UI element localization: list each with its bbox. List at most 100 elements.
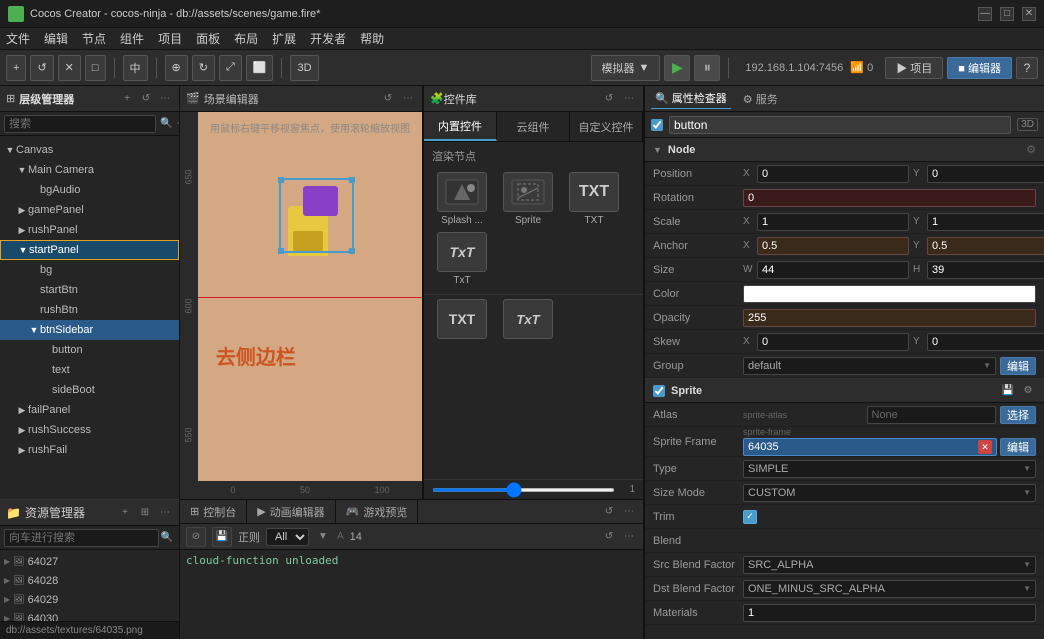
- atlas-select-btn[interactable]: 选择: [1000, 406, 1036, 424]
- play-btn[interactable]: ▶: [664, 55, 690, 81]
- bottom-more-btn[interactable]: ⋯: [621, 504, 637, 520]
- asset-64028[interactable]: ▶ 🖼 64028: [0, 571, 179, 590]
- stop-btn[interactable]: ✕: [58, 55, 81, 81]
- console-clear-btn[interactable]: ⊘: [186, 527, 206, 547]
- menu-component[interactable]: 组件: [120, 30, 144, 47]
- assets-filter-btn[interactable]: ⊞: [137, 505, 153, 521]
- close-btn[interactable]: ✕: [1022, 7, 1036, 21]
- tree-bg[interactable]: bg: [0, 260, 179, 280]
- widget-refresh-btn[interactable]: ↺: [601, 91, 617, 107]
- hierarchy-more-btn[interactable]: ⋯: [157, 91, 173, 107]
- rect-btn[interactable]: □: [85, 55, 106, 81]
- console-save-btn[interactable]: 💾: [212, 527, 232, 547]
- console-more-btn2[interactable]: ⋯: [621, 529, 637, 545]
- hierarchy-search-input[interactable]: [4, 115, 156, 133]
- handle-tr[interactable]: [349, 177, 355, 183]
- assets-search-btn[interactable]: 🔍: [159, 530, 175, 546]
- tree-button[interactable]: button: [0, 340, 179, 360]
- scene-refresh-btn[interactable]: ↺: [380, 91, 396, 107]
- menu-edit[interactable]: 编辑: [44, 30, 68, 47]
- type-select[interactable]: SIMPLE ▼: [743, 460, 1036, 478]
- widget-sprite[interactable]: Sprite: [498, 172, 558, 226]
- scale-y-input[interactable]: [927, 213, 1044, 231]
- anchor-y-input[interactable]: [927, 237, 1044, 255]
- tree-bgaudio[interactable]: bgAudio: [0, 180, 179, 200]
- project-btn[interactable]: ▶ 项目: [885, 57, 943, 79]
- menu-help[interactable]: 帮助: [360, 30, 384, 47]
- tree-text[interactable]: text: [0, 360, 179, 380]
- tree-btnsidebar[interactable]: ▼ btnSidebar: [0, 320, 179, 340]
- tree-startbtn[interactable]: startBtn: [0, 280, 179, 300]
- tab-builtin[interactable]: 内置控件: [424, 112, 497, 141]
- lang-btn[interactable]: 中: [123, 55, 148, 81]
- maximize-btn[interactable]: □: [1000, 7, 1014, 21]
- tree-sideboot[interactable]: sideBoot: [0, 380, 179, 400]
- position-y-input[interactable]: [927, 165, 1044, 183]
- component-name-input[interactable]: [669, 116, 1011, 134]
- group-select[interactable]: default ▼: [743, 357, 996, 375]
- transform-btn[interactable]: ⊕: [165, 55, 188, 81]
- component-checkbox[interactable]: [651, 119, 663, 131]
- tab-console[interactable]: ⊞ 控制台: [180, 500, 247, 524]
- pause-btn[interactable]: ⏸: [694, 55, 720, 81]
- menu-file[interactable]: 文件: [6, 30, 30, 47]
- sprite-section-header[interactable]: Sprite 💾 ⚙: [645, 379, 1044, 403]
- tree-failpanel[interactable]: ▶ failPanel: [0, 400, 179, 420]
- tab-cloud[interactable]: 云组件: [497, 112, 570, 141]
- tree-rushpanel[interactable]: ▶ rushPanel: [0, 220, 179, 240]
- console-refresh-btn[interactable]: ↺: [601, 529, 617, 545]
- rotate-btn[interactable]: ↻: [192, 55, 215, 81]
- sprite-checkbox[interactable]: [653, 385, 665, 397]
- hierarchy-search-icon[interactable]: 🔍: [160, 116, 172, 132]
- hierarchy-add-btn[interactable]: +: [119, 91, 135, 107]
- tree-rushbtn[interactable]: rushBtn: [0, 300, 179, 320]
- size-mode-select[interactable]: CUSTOM ▼: [743, 484, 1036, 502]
- assets-search-input[interactable]: [4, 529, 159, 547]
- props-tab-inspector[interactable]: 🔍 属性检查器: [651, 88, 731, 109]
- trim-checkbox[interactable]: ✓: [743, 510, 757, 524]
- menu-project[interactable]: 项目: [158, 30, 182, 47]
- scale-x-input[interactable]: [757, 213, 909, 231]
- level-filter-select[interactable]: All: [266, 528, 309, 546]
- minimize-btn[interactable]: —: [978, 7, 992, 21]
- assets-more-btn[interactable]: ⋯: [157, 505, 173, 521]
- widget-more-btn[interactable]: ⋯: [621, 91, 637, 107]
- scene-more-btn[interactable]: ⋯: [400, 91, 416, 107]
- asset-64027[interactable]: ▶ 🖼 64027: [0, 552, 179, 571]
- sprite-frame-clear-btn[interactable]: ✕: [978, 440, 992, 454]
- handle-bl[interactable]: [278, 248, 284, 254]
- size-w-input[interactable]: [757, 261, 909, 279]
- asset-64030[interactable]: ▶ 🖼 64030: [0, 609, 179, 621]
- asset-64029[interactable]: ▶ 🖼 64029: [0, 590, 179, 609]
- widget-itxt2[interactable]: TxT: [498, 299, 558, 339]
- rect-tool-btn[interactable]: ⬜: [246, 55, 274, 81]
- node-section-header[interactable]: ▼ Node ⚙: [645, 138, 1044, 162]
- menu-panel[interactable]: 面板: [196, 30, 220, 47]
- undo-btn[interactable]: ↺: [30, 55, 53, 81]
- rotation-input[interactable]: [743, 189, 1036, 207]
- scale-btn[interactable]: ⤢: [219, 55, 242, 81]
- scene-viewport[interactable]: 去侧边栏: [198, 112, 422, 481]
- add-btn[interactable]: +: [6, 55, 26, 81]
- sprite-frame-field[interactable]: 64035 ✕: [743, 438, 997, 456]
- src-blend-select[interactable]: SRC_ALPHA ▼: [743, 556, 1036, 574]
- skew-y-input[interactable]: [927, 333, 1044, 351]
- editor-btn[interactable]: ■ 编辑器: [947, 57, 1012, 79]
- widget-splash[interactable]: Splash ...: [432, 172, 492, 226]
- size-h-input[interactable]: [927, 261, 1044, 279]
- simulate-btn[interactable]: 模拟器 ▼: [591, 55, 661, 81]
- tree-gamepanel[interactable]: ▶ gamePanel: [0, 200, 179, 220]
- assets-add-btn[interactable]: +: [117, 505, 133, 521]
- handle-tl[interactable]: [278, 177, 284, 183]
- skew-x-input[interactable]: [757, 333, 909, 351]
- sprite-save-btn[interactable]: 💾: [1000, 383, 1016, 399]
- opacity-input[interactable]: [743, 309, 1036, 327]
- tree-rushsuccess[interactable]: ▶ rushSuccess: [0, 420, 179, 440]
- props-tab-service[interactable]: ⚙ 服务: [739, 89, 782, 109]
- sprite-frame-edit-btn[interactable]: 编辑: [1000, 438, 1036, 456]
- group-edit-btn[interactable]: 编辑: [1000, 357, 1036, 375]
- anchor-x-input[interactable]: [757, 237, 909, 255]
- widget-txt[interactable]: TXT TXT: [564, 172, 624, 226]
- atlas-select[interactable]: None: [867, 406, 997, 424]
- widget-itxt[interactable]: TxT TxT: [432, 232, 492, 286]
